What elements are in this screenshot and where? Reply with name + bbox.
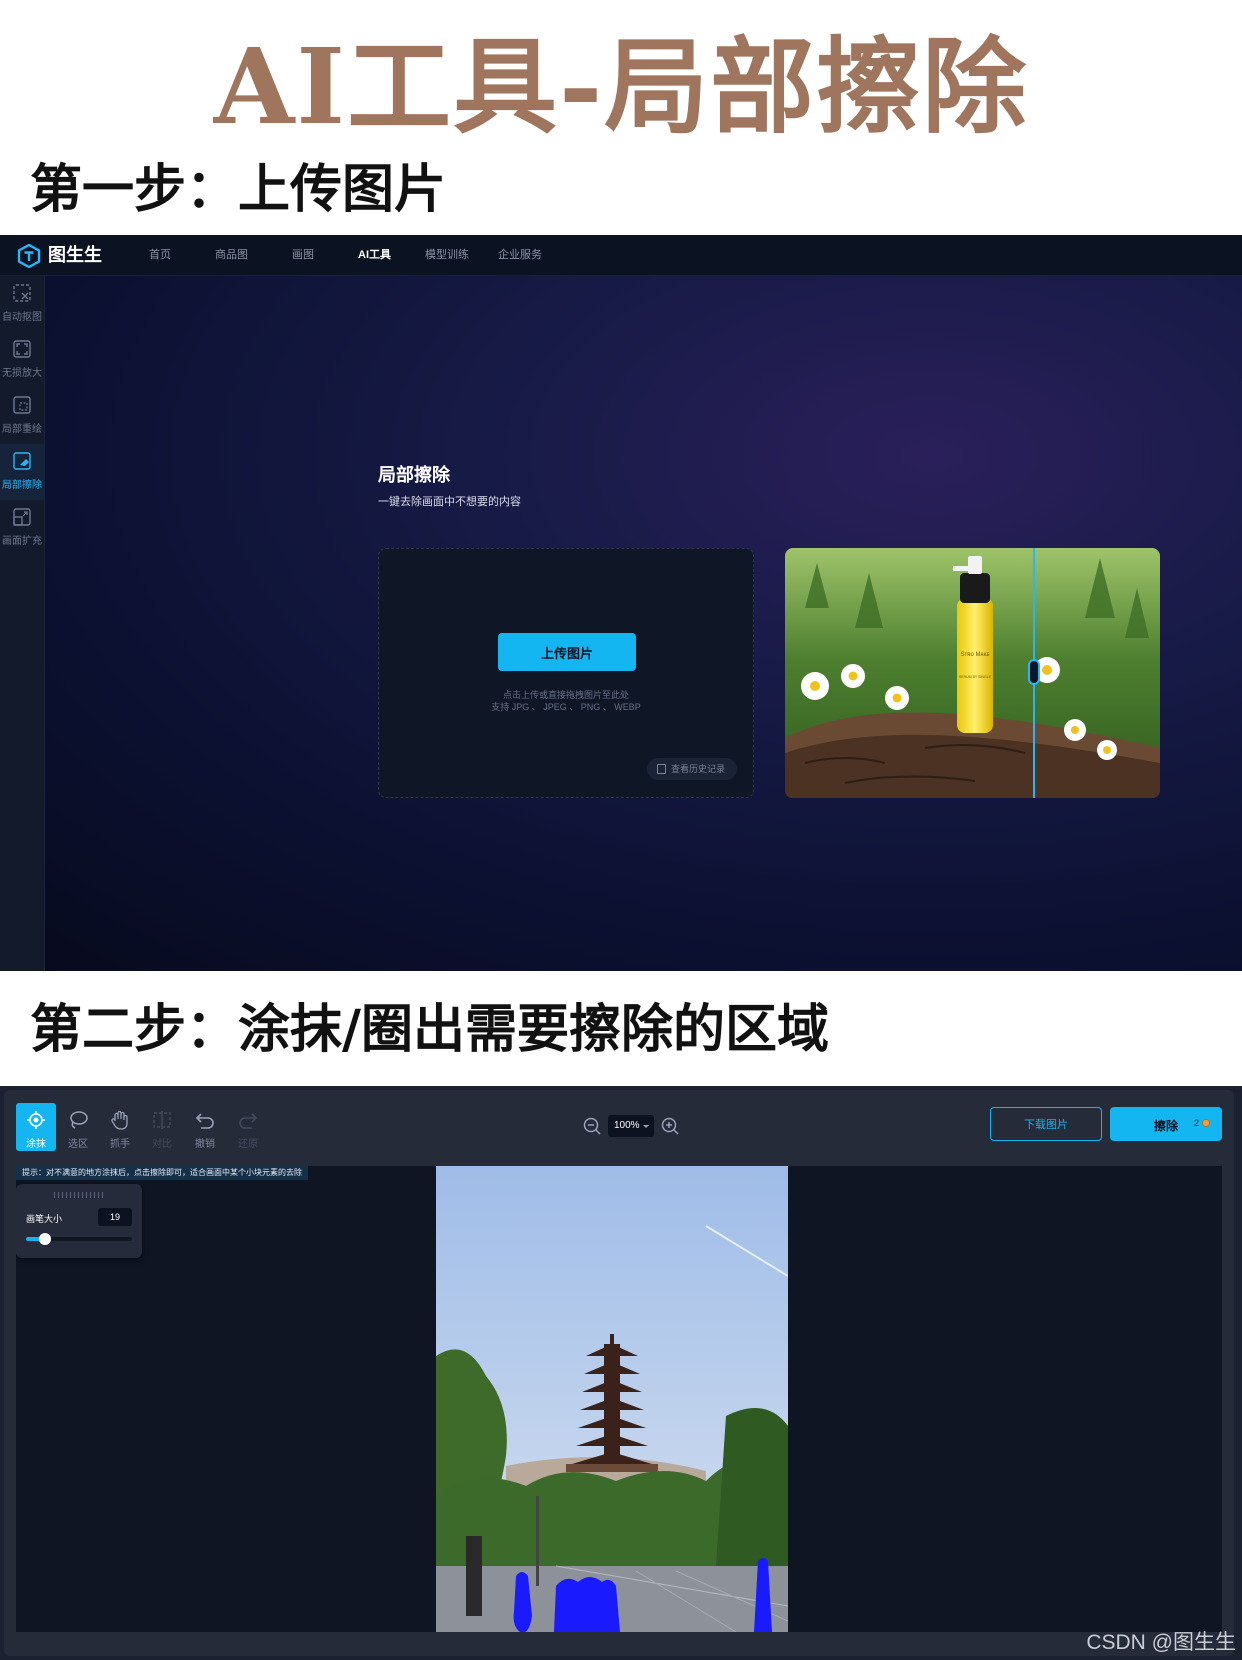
nav-enterprise[interactable]: 企业服务: [498, 247, 542, 263]
bottle-brand-text: Sᴛʀᴏ Mᴀᴋᴇ: [961, 652, 990, 658]
erase-button[interactable]: 擦除 2: [1110, 1107, 1222, 1141]
feature-subtitle: 一键去除画面中不想要的内容: [378, 496, 521, 508]
step1-title: 第一步：上传图片: [30, 159, 447, 220]
download-image-button[interactable]: 下载图片: [990, 1107, 1102, 1141]
tool-label: 抓手: [110, 1139, 130, 1150]
cutout-icon: [13, 284, 31, 302]
pagoda-photo[interactable]: [436, 1166, 788, 1632]
erase-cost: 2: [1194, 1118, 1200, 1128]
before-after-preview: Sᴛʀᴏ Mᴀᴋᴇ SERUM BY SINGLE: [785, 548, 1160, 798]
tool-label: 撤销: [195, 1139, 215, 1150]
nav-ai-tools[interactable]: AI工具: [358, 247, 391, 263]
erase-button-label: 擦除: [1154, 1119, 1179, 1133]
tool-label: 还原: [238, 1139, 258, 1150]
tool-undo[interactable]: 撤销: [185, 1103, 225, 1151]
sidebar-item-repaint[interactable]: 局部重绘: [0, 388, 45, 444]
lasso-icon: [70, 1111, 88, 1129]
compare-icon: [153, 1111, 171, 1129]
tool-brush[interactable]: 涂抹: [16, 1103, 56, 1151]
view-history-label: 查看历史记录: [671, 764, 726, 774]
sidebar-item-label: 无损放大: [2, 368, 42, 379]
chevron-down-icon: [643, 1125, 649, 1128]
erase-editor-screenshot: 涂抹 选区 抓手 对比 撤销 还原 100% 下载图片 擦除 2 提示：对不满意…: [0, 1086, 1242, 1660]
brush-size-slider[interactable]: [26, 1233, 132, 1245]
supported-formats: 支持 JPG 、 JPEG 、 PNG 、 WEBP: [491, 702, 641, 712]
eraser-icon: [13, 452, 31, 470]
tool-hand[interactable]: 抓手: [100, 1103, 140, 1151]
sidebar-item-expand[interactable]: 画面扩充: [0, 500, 45, 556]
watermark: CSDN @图生生: [1086, 1631, 1236, 1654]
brush-size-panel: 画笔大小 19: [16, 1184, 142, 1258]
view-history-button[interactable]: 查看历史记录: [647, 758, 737, 780]
bottle-line-text: SERUM BY SINGLE: [959, 675, 992, 679]
zoom-in-icon[interactable]: [660, 1116, 680, 1136]
upload-page-screenshot: 图生生 首页 商品图 画图 AI工具 模型训练 企业服务 自动抠图 无损放大 局…: [0, 235, 1242, 971]
editing-canvas[interactable]: 提示：对不满意的地方涂抹后，点击擦除即可，适合画面中某个小块元素的去除 画笔大小…: [16, 1166, 1222, 1632]
main-title: AI工具-局部擦除: [213, 25, 1029, 148]
sidebar-item-auto-cutout[interactable]: 自动抠图: [0, 276, 45, 332]
tool-label: 选区: [68, 1139, 88, 1150]
top-navigation: 图生生 首页 商品图 画图 AI工具 模型训练 企业服务: [0, 235, 1242, 276]
compare-slider-handle[interactable]: [1028, 659, 1040, 685]
tool-lasso[interactable]: 选区: [58, 1103, 98, 1151]
tool-redo[interactable]: 还原: [228, 1103, 268, 1151]
sidebar-item-label: 自动抠图: [2, 312, 42, 323]
nav-drawing[interactable]: 画图: [292, 247, 314, 263]
undo-icon: [195, 1113, 214, 1129]
coin-icon: [1202, 1119, 1210, 1127]
tool-sidebar: 自动抠图 无损放大 局部重绘 局部擦除 画面扩充: [0, 276, 45, 971]
feature-title: 局部擦除: [378, 465, 450, 485]
sidebar-item-erase[interactable]: 局部擦除: [0, 444, 45, 500]
hand-icon: [111, 1110, 128, 1130]
pagoda-scene: [436, 1166, 788, 1632]
document-icon: [657, 764, 666, 774]
nav-model-training[interactable]: 模型训练: [425, 247, 469, 263]
step2-title: 第二步：涂抹/圈出需要擦除的区域: [30, 999, 829, 1060]
slider-thumb[interactable]: [39, 1233, 51, 1245]
t-hexagon-logo-icon[interactable]: [17, 244, 41, 268]
redo-icon: [239, 1113, 258, 1129]
sidebar-item-label: 局部重绘: [2, 424, 42, 435]
brush-size-input[interactable]: 19: [98, 1208, 132, 1226]
upscale-icon: [13, 340, 31, 358]
zoom-level-select[interactable]: 100%: [608, 1115, 654, 1137]
nav-home[interactable]: 首页: [149, 247, 171, 263]
tip-message: 提示：对不满意的地方涂抹后，点击擦除即可，适合画面中某个小块元素的去除: [16, 1166, 308, 1180]
zoom-out-icon[interactable]: [582, 1116, 602, 1136]
editor-window: 涂抹 选区 抓手 对比 撤销 还原 100% 下载图片 擦除 2 提示：对不满意…: [4, 1090, 1234, 1656]
upload-image-button[interactable]: 上传图片: [498, 633, 636, 671]
sidebar-item-label: 局部擦除: [2, 480, 42, 491]
tool-compare[interactable]: 对比: [142, 1103, 182, 1151]
expand-icon: [13, 508, 31, 526]
zoom-level-value: 100%: [614, 1120, 640, 1131]
tool-label: 涂抹: [26, 1139, 46, 1150]
serum-bottle-photo: Sᴛʀᴏ Mᴀᴋᴇ SERUM BY SINGLE: [785, 548, 1160, 798]
brush-size-label: 画笔大小: [26, 1214, 63, 1224]
repaint-icon: [13, 396, 31, 414]
brush-icon: [27, 1111, 45, 1129]
logo-text[interactable]: 图生生: [48, 243, 102, 267]
upload-dropzone[interactable]: 上传图片 点击上传或直接拖拽图片至此处 支持 JPG 、 JPEG 、 PNG …: [378, 548, 754, 798]
drag-handle[interactable]: [54, 1192, 104, 1198]
nav-product-images[interactable]: 商品图: [215, 247, 248, 263]
sidebar-item-upscale[interactable]: 无损放大: [0, 332, 45, 388]
sidebar-item-label: 画面扩充: [2, 536, 42, 547]
tool-label: 对比: [152, 1139, 172, 1150]
